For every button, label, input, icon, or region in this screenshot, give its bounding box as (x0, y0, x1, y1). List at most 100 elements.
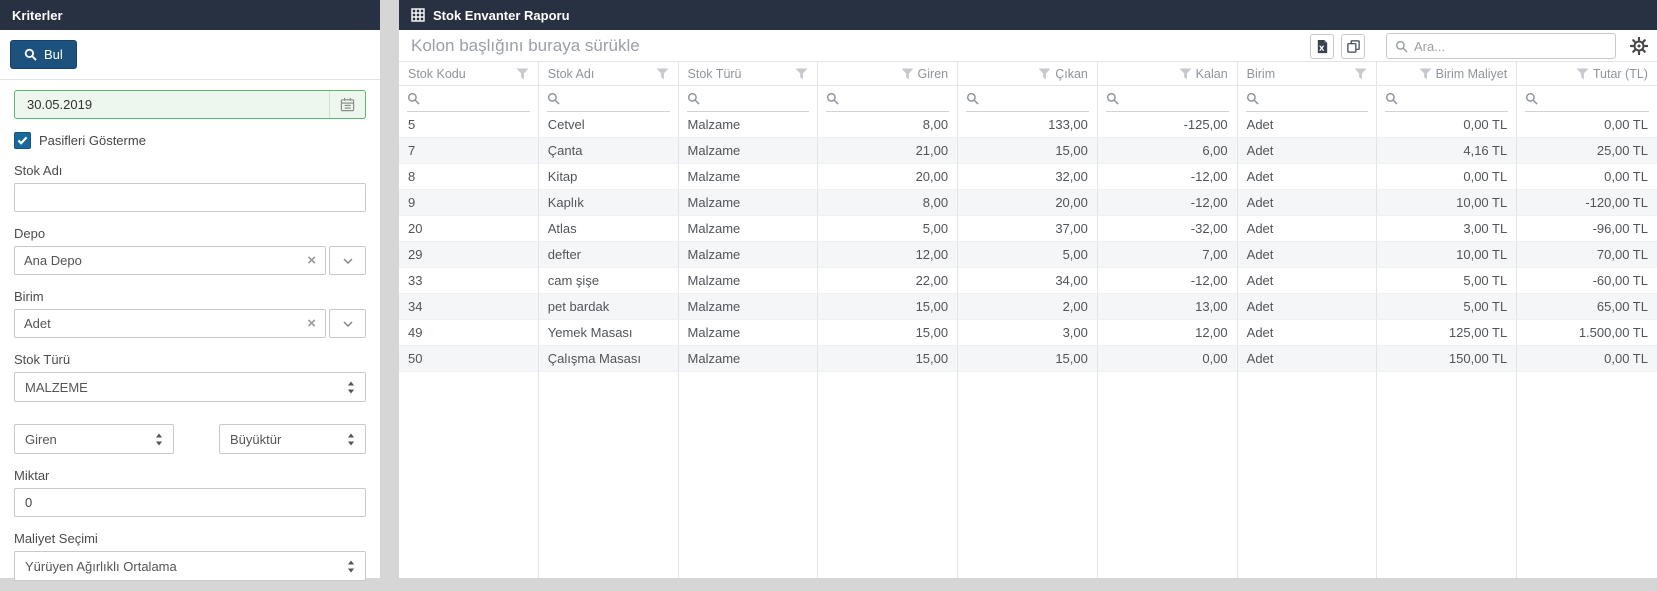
column-filter-input[interactable] (407, 86, 530, 112)
filter-row (399, 86, 1657, 112)
stok-adi-input[interactable] (14, 183, 366, 212)
empty-column-cikan (958, 372, 1098, 578)
cell-birim: Adet (1238, 164, 1378, 189)
cell-cikan: 15,00 (958, 346, 1098, 371)
funnel-icon[interactable] (1419, 68, 1432, 80)
column-filter-input[interactable] (1106, 86, 1229, 112)
column-filter-input[interactable] (687, 86, 810, 112)
birim-dropdown-button[interactable] (329, 309, 366, 338)
cell-tutar: 70,00 TL (1517, 242, 1657, 267)
up-down-arrows-icon (347, 381, 355, 394)
grid-search-input[interactable] (1414, 39, 1607, 54)
search-icon (966, 92, 979, 105)
funnel-icon[interactable] (1576, 68, 1589, 80)
column-header-giren[interactable]: Giren (818, 62, 958, 85)
copy-button[interactable] (1341, 34, 1365, 59)
cell-birim_maliyet: 10,00 TL (1377, 242, 1517, 267)
amount-operator-select[interactable]: Büyüktür (219, 424, 366, 454)
cell-stok_kodu: 5 (399, 112, 539, 137)
funnel-icon[interactable] (1179, 68, 1192, 80)
column-label: Giren (918, 67, 949, 81)
search-icon (1246, 92, 1259, 105)
cell-stok_kodu: 8 (399, 164, 539, 189)
column-header-stok_kodu[interactable]: Stok Kodu (399, 62, 539, 85)
report-panel-header: Stok Envanter Raporu (399, 0, 1657, 30)
column-header-kalan[interactable]: Kalan (1098, 62, 1238, 85)
miktar-input[interactable] (14, 488, 366, 517)
maliyet-select[interactable]: Yürüyen Ağırlıklı Ortalama (14, 551, 366, 581)
column-header-tutar[interactable]: Tutar (TL) (1517, 62, 1657, 85)
column-header-stok_adi[interactable]: Stok Adı (539, 62, 679, 85)
date-input[interactable]: 30.05.2019 (14, 90, 366, 119)
show-passives-row: Pasifleri Gösterme (14, 132, 366, 149)
date-value: 30.05.2019 (15, 97, 329, 112)
column-header-cikan[interactable]: Çıkan (958, 62, 1098, 85)
column-header-birim[interactable]: Birim (1238, 62, 1378, 85)
amount-criteria-row: Giren Büyüktür (14, 424, 366, 454)
grid-toolbar: Kolon başlığını buraya sürükle (399, 30, 1657, 62)
column-label: Çıkan (1055, 67, 1088, 81)
funnel-icon[interactable] (516, 68, 529, 80)
column-filter-input[interactable] (826, 86, 949, 112)
birim-combobox-input[interactable]: Adet × (14, 309, 326, 338)
stok-turu-label: Stok Türü (14, 352, 366, 367)
cell-birim: Adet (1238, 268, 1378, 293)
column-filter-input[interactable] (547, 86, 670, 112)
cell-tutar: 1.500,00 TL (1517, 320, 1657, 345)
cell-birim_maliyet: 5,00 TL (1377, 294, 1517, 319)
column-header-stok_turu[interactable]: Stok Türü (679, 62, 819, 85)
criteria-panel: Kriterler Bul 30.05.2019 Pasif (0, 0, 380, 578)
cell-stok_adi: Çanta (539, 138, 679, 163)
column-filter-input[interactable] (966, 86, 1089, 112)
gear-icon[interactable] (1630, 37, 1648, 55)
column-label: Birim (1247, 67, 1275, 81)
search-icon (1395, 40, 1408, 53)
table-row[interactable]: 20AtlasMalzame5,0037,00-32,00Adet3,00 TL… (399, 216, 1657, 242)
table-row[interactable]: 5CetvelMalzame8,00133,00-125,00Adet0,00 … (399, 112, 1657, 138)
clear-x-icon[interactable]: × (307, 316, 316, 331)
column-filter-input[interactable] (1246, 86, 1369, 112)
table-row[interactable]: 29defterMalzame12,005,007,00Adet10,00 TL… (399, 242, 1657, 268)
empty-column-birim (1238, 372, 1378, 578)
funnel-icon[interactable] (901, 68, 914, 80)
funnel-icon[interactable] (1038, 68, 1051, 80)
cell-birim_maliyet: 125,00 TL (1377, 320, 1517, 345)
funnel-icon[interactable] (656, 68, 669, 80)
cell-giren: 12,00 (818, 242, 958, 267)
cell-birim: Adet (1238, 190, 1378, 215)
search-icon (826, 92, 839, 105)
clear-x-icon[interactable]: × (307, 253, 316, 268)
cell-birim: Adet (1238, 112, 1378, 137)
table-row[interactable]: 33cam şişeMalzame22,0034,00-12,00Adet5,0… (399, 268, 1657, 294)
column-filter-input[interactable] (1385, 86, 1508, 112)
table-row[interactable]: 7ÇantaMalzame21,0015,006,00Adet4,16 TL25… (399, 138, 1657, 164)
calendar-icon[interactable] (329, 91, 365, 118)
table-row[interactable]: 49Yemek MasasıMalzame15,003,0012,00Adet1… (399, 320, 1657, 346)
depo-dropdown-button[interactable] (329, 246, 366, 275)
cell-giren: 20,00 (818, 164, 958, 189)
table-row[interactable]: 9KaplıkMalzame8,0020,00-12,00Adet10,00 T… (399, 190, 1657, 216)
stok-turu-select[interactable]: MALZEME (14, 372, 366, 402)
funnel-icon[interactable] (795, 68, 808, 80)
find-button[interactable]: Bul (10, 40, 77, 69)
cell-giren: 22,00 (818, 268, 958, 293)
funnel-icon[interactable] (1354, 68, 1367, 80)
column-filter-input[interactable] (1525, 86, 1649, 112)
table-row[interactable]: 50Çalışma MasasıMalzame15,0015,000,00Ade… (399, 346, 1657, 372)
search-icon (1385, 92, 1398, 105)
group-drop-area[interactable]: Kolon başlığını buraya sürükle (411, 36, 640, 56)
depo-combobox: Ana Depo × (14, 246, 366, 275)
cell-tutar: 0,00 TL (1517, 164, 1657, 189)
copy-icon (1346, 39, 1361, 54)
filter-cell-birim_maliyet (1377, 86, 1517, 112)
show-passives-checkbox[interactable] (14, 132, 31, 149)
cell-stok_adi: Kitap (539, 164, 679, 189)
excel-export-button[interactable] (1310, 34, 1334, 59)
cell-cikan: 34,00 (958, 268, 1098, 293)
column-header-birim_maliyet[interactable]: Birim Maliyet (1377, 62, 1517, 85)
table-row[interactable]: 34pet bardakMalzame15,002,0013,00Adet5,0… (399, 294, 1657, 320)
amount-field-select[interactable]: Giren (14, 424, 174, 454)
table-row[interactable]: 8KitapMalzame20,0032,00-12,00Adet0,00 TL… (399, 164, 1657, 190)
cell-birim_maliyet: 3,00 TL (1377, 216, 1517, 241)
depo-combobox-input[interactable]: Ana Depo × (14, 246, 326, 275)
